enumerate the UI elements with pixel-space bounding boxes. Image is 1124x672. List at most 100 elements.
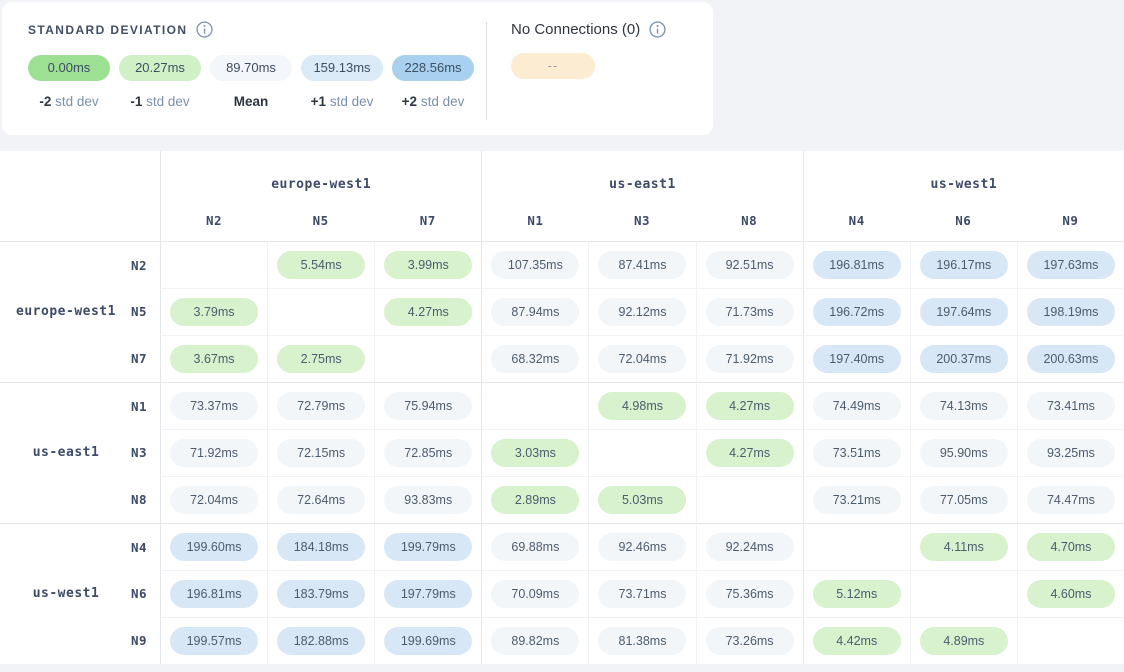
latency-cell: 87.41ms [588, 241, 695, 288]
no-connections-legend: No Connections (0) -- [487, 2, 666, 135]
row-node-label: N8 [131, 492, 147, 507]
latency-cell: 3.67ms [160, 335, 267, 382]
latency-pill: 92.24ms [706, 533, 794, 561]
latency-cell: 3.03ms [481, 429, 588, 476]
node-header-N8: N8 [696, 199, 803, 241]
legend-pill-plus2: 228.56ms [392, 55, 474, 81]
row-node-label: N7 [131, 351, 147, 366]
latency-pill: 74.13ms [920, 392, 1008, 420]
latency-pill: 77.05ms [920, 486, 1008, 514]
latency-cell: 196.72ms [803, 288, 910, 335]
node-header-N7: N7 [374, 199, 481, 241]
latency-cell: 4.27ms [696, 429, 803, 476]
latency-pill: 71.92ms [706, 345, 794, 373]
std-dev-legend: STANDARD DEVIATION 0.00ms -2 std dev 20.… [2, 2, 486, 135]
latency-cell: 74.47ms [1017, 476, 1124, 523]
std-dev-scale: 0.00ms -2 std dev 20.27ms -1 std dev 89.… [28, 55, 486, 109]
latency-pill: 199.60ms [170, 533, 258, 561]
legend-label-mean: Mean [234, 94, 269, 109]
latency-cell [803, 523, 910, 570]
latency-pill: 72.04ms [170, 486, 258, 514]
row-node-label: N3 [131, 445, 147, 460]
latency-pill: 4.42ms [813, 627, 901, 655]
latency-pill: 72.64ms [277, 486, 365, 514]
latency-pill: 4.98ms [598, 392, 686, 420]
row-header-N6: us-west1 N6 [0, 570, 160, 617]
latency-cell [160, 241, 267, 288]
latency-cell: 93.25ms [1017, 429, 1124, 476]
row-node-label: N9 [131, 633, 147, 648]
region-header-europe-west1: europe-west1 [160, 151, 481, 199]
region-header-us-west1: us-west1 [803, 151, 1124, 199]
node-header-N3: N3 [588, 199, 695, 241]
latency-pill: 72.79ms [277, 392, 365, 420]
latency-pill: 5.03ms [598, 486, 686, 514]
row-header-N8: N8 [0, 476, 160, 523]
latency-pill: 72.15ms [277, 439, 365, 467]
latency-cell: 73.41ms [1017, 382, 1124, 429]
latency-pill: 71.73ms [706, 298, 794, 326]
info-icon[interactable] [649, 21, 666, 38]
row-node-label: N4 [131, 540, 147, 555]
latency-pill: 74.47ms [1027, 486, 1115, 514]
latency-cell: 4.60ms [1017, 570, 1124, 617]
latency-cell [696, 476, 803, 523]
row-region-label: us-west1 [8, 586, 124, 601]
latency-pill: 3.99ms [384, 251, 472, 279]
latency-pill: 87.41ms [598, 251, 686, 279]
latency-cell: 74.13ms [910, 382, 1017, 429]
legend-pill-minus2: 0.00ms [28, 55, 110, 81]
latency-pill: 5.54ms [277, 251, 365, 279]
latency-pill: 92.51ms [706, 251, 794, 279]
legend-item: 20.27ms -1 std dev [119, 55, 201, 109]
latency-cell [588, 429, 695, 476]
latency-pill: 4.27ms [384, 298, 472, 326]
latency-cell: 196.81ms [160, 570, 267, 617]
latency-pill: 200.37ms [920, 345, 1008, 373]
row-node-label: N2 [131, 258, 147, 273]
latency-cell: 5.54ms [267, 241, 374, 288]
latency-cell: 77.05ms [910, 476, 1017, 523]
node-header-N9: N9 [1017, 199, 1124, 241]
latency-pill: 81.38ms [598, 627, 686, 655]
latency-pill: 2.89ms [491, 486, 579, 514]
row-node-label: N6 [131, 586, 147, 601]
latency-pill: 73.26ms [706, 627, 794, 655]
latency-pill: 2.75ms [277, 345, 365, 373]
latency-pill: 75.94ms [384, 392, 472, 420]
latency-pill: 196.72ms [813, 298, 901, 326]
latency-cell: 71.73ms [696, 288, 803, 335]
info-icon[interactable] [196, 21, 213, 38]
row-header-N4: N4 [0, 523, 160, 570]
latency-pill: 183.79ms [277, 580, 365, 608]
latency-pill: 4.27ms [706, 439, 794, 467]
node-header-N2: N2 [160, 199, 267, 241]
latency-pill: 92.46ms [598, 533, 686, 561]
latency-cell: 72.85ms [374, 429, 481, 476]
latency-pill: 199.79ms [384, 533, 472, 561]
latency-cell: 3.79ms [160, 288, 267, 335]
latency-cell: 199.57ms [160, 617, 267, 664]
latency-cell: 4.11ms [910, 523, 1017, 570]
latency-cell: 182.88ms [267, 617, 374, 664]
std-dev-title: STANDARD DEVIATION [28, 23, 187, 37]
latency-cell: 70.09ms [481, 570, 588, 617]
latency-cell: 68.32ms [481, 335, 588, 382]
latency-cell: 92.12ms [588, 288, 695, 335]
latency-cell [1017, 617, 1124, 664]
latency-pill: 184.18ms [277, 533, 365, 561]
latency-pill: 95.90ms [920, 439, 1008, 467]
latency-pill: 4.60ms [1027, 580, 1115, 608]
latency-cell [374, 335, 481, 382]
latency-pill: 74.49ms [813, 392, 901, 420]
latency-pill: 70.09ms [491, 580, 579, 608]
node-header-N6: N6 [910, 199, 1017, 241]
latency-pill: 73.37ms [170, 392, 258, 420]
latency-cell: 183.79ms [267, 570, 374, 617]
legend-pill-plus1: 159.13ms [301, 55, 383, 81]
latency-pill: 196.81ms [170, 580, 258, 608]
latency-cell: 3.99ms [374, 241, 481, 288]
latency-pill: 92.12ms [598, 298, 686, 326]
legend-label-minus2: -2 std dev [39, 94, 98, 109]
latency-pill: 199.69ms [384, 627, 472, 655]
